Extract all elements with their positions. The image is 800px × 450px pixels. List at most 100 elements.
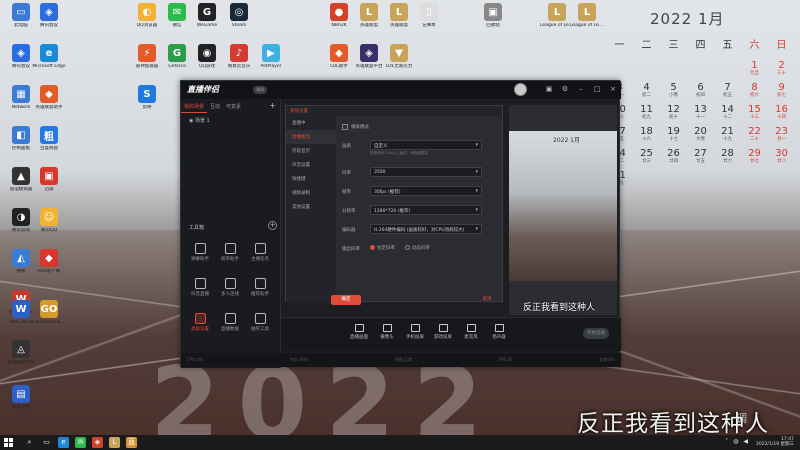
settings-menu-item[interactable]: 直播推流 bbox=[286, 130, 336, 144]
tool-item[interactable]: 直播数据 bbox=[215, 311, 245, 341]
desktop-icon[interactable]: S 剪映 bbox=[130, 85, 164, 111]
calendar-day[interactable]: 30 廿八 bbox=[768, 148, 795, 165]
calendar-day[interactable]: 20 大寒 bbox=[687, 126, 714, 143]
calendar-day[interactable]: 7 初五 bbox=[714, 82, 741, 99]
desktop-icon[interactable]: G Geforce bbox=[160, 44, 194, 70]
calendar-day[interactable]: 21 十九 bbox=[714, 126, 741, 143]
desktop-icon[interactable]: ◈ 英雄联盟平台 bbox=[352, 44, 386, 70]
calendar-day[interactable]: 16 十四 bbox=[768, 104, 795, 121]
desktop-icon[interactable]: ▯ 记事本 bbox=[412, 3, 446, 29]
taskbar-app-icon[interactable]: ◈ bbox=[92, 437, 103, 448]
network-icon[interactable]: ◍ bbox=[733, 438, 738, 445]
taskbar-app-icon[interactable]: 直 bbox=[126, 437, 137, 448]
calendar-day[interactable]: 11 初九 bbox=[633, 104, 660, 121]
desktop-icon[interactable]: ▣ 迅雷 bbox=[32, 167, 66, 193]
tool-item[interactable]: 抖音直播 bbox=[185, 276, 215, 306]
tool-item[interactable]: 高级设置 bbox=[185, 311, 215, 341]
taskbar-app-icon[interactable]: L bbox=[109, 437, 120, 448]
settings-menu-item[interactable]: 其他设置 bbox=[286, 200, 336, 214]
settings-menu-item[interactable]: 快捷键 bbox=[286, 172, 336, 186]
desktop-icon[interactable]: ▶ PotPlayer bbox=[254, 44, 288, 70]
desktop-icon[interactable]: ▤ 新建文档 bbox=[4, 385, 38, 411]
scene-item[interactable]: ◉ 场景 1 bbox=[181, 113, 280, 128]
tool-item[interactable]: 抽奖工具 bbox=[245, 311, 275, 341]
taskbar-app-icon[interactable]: e bbox=[58, 437, 69, 448]
add-scene-icon[interactable]: + bbox=[265, 99, 280, 113]
desktop-icon[interactable]: L League of Legends bbox=[570, 3, 604, 29]
tool-item[interactable]: 榜单助手 bbox=[215, 241, 245, 271]
taskbar-app-icon[interactable]: ⌕ bbox=[24, 437, 35, 448]
calendar-day[interactable]: 18 十六 bbox=[633, 126, 660, 143]
ok-button[interactable]: 确定 bbox=[331, 295, 361, 305]
calendar-day[interactable]: 14 十二 bbox=[714, 104, 741, 121]
desktop-icon[interactable]: ◆ 英雄联盟助手 bbox=[32, 85, 66, 111]
bottom-action[interactable]: 扬声器 bbox=[485, 324, 513, 340]
calendar-day[interactable]: 25 廿三 bbox=[633, 148, 660, 165]
calendar-day[interactable]: 9 初七 bbox=[768, 82, 795, 99]
calendar-day[interactable]: 19 十七 bbox=[660, 126, 687, 143]
desktop-icon[interactable]: ◆ Riot客户端 bbox=[32, 249, 66, 275]
calendar-day[interactable]: 1 元旦 bbox=[741, 60, 768, 77]
desktop-icon[interactable]: ⚡ 雷神加速器 bbox=[130, 44, 164, 70]
calendar-day[interactable]: 15 十三 bbox=[741, 104, 768, 121]
settings-field-select[interactable]: H.264硬件编码 (画质较好，对CPU消耗较大) bbox=[370, 224, 482, 234]
calendar-day[interactable]: 12 初十 bbox=[660, 104, 687, 121]
settings-menu-item[interactable]: 内容显示 bbox=[286, 144, 336, 158]
calendar-day[interactable]: 13 十一 bbox=[687, 104, 714, 121]
desktop-icon[interactable]: ☺ 腾讯QQ bbox=[32, 208, 66, 234]
settings-icon[interactable]: ⚙ bbox=[561, 85, 569, 93]
settings-field-select[interactable]: 自定义 bbox=[370, 140, 482, 150]
settings-menu-item[interactable]: 声音设置 bbox=[286, 158, 336, 172]
desktop-icon[interactable]: 粗百度网盘 bbox=[32, 126, 66, 152]
bottom-action[interactable]: 游戏投屏 bbox=[429, 324, 457, 340]
volume-icon[interactable]: ◀ bbox=[743, 438, 748, 445]
calendar-day[interactable]: 5 小寒 bbox=[660, 82, 687, 99]
desktop-icon[interactable]: ◈ 腾讯会议 bbox=[32, 3, 66, 29]
desktop-icon[interactable]: ♪ 网易云音乐 bbox=[222, 44, 256, 70]
bitrate-mode-option[interactable]: 动态码率 bbox=[405, 245, 430, 251]
desktop-icon[interactable]: ◬ 英雄联盟手游 bbox=[4, 340, 38, 366]
calendar-day[interactable]: 6 初四 bbox=[687, 82, 714, 99]
desktop-icon[interactable]: ● NBA2K bbox=[322, 3, 356, 29]
maximize-icon[interactable]: □ bbox=[593, 85, 601, 93]
desktop-icon[interactable]: ◎ Steam bbox=[222, 3, 256, 29]
tool-item[interactable]: 主播任务 bbox=[245, 241, 275, 271]
calendar-day[interactable]: 22 二十 bbox=[741, 126, 768, 143]
settings-field-select[interactable]: 1280*720 (推荐) bbox=[370, 205, 482, 215]
desktop-icon[interactable]: ✉ 微信 bbox=[160, 3, 194, 29]
bottom-action[interactable]: 直播画面 bbox=[345, 324, 373, 340]
settings-menu-item[interactable]: 视频录制 bbox=[286, 186, 336, 200]
calendar-day[interactable]: 8 初六 bbox=[741, 82, 768, 99]
calendar-day[interactable]: 2 三十 bbox=[768, 60, 795, 77]
start-live-button[interactable]: 开始直播 bbox=[583, 328, 609, 339]
desktop-icon[interactable]: ◐ QQ浏览器 bbox=[130, 3, 164, 29]
clock[interactable]: 17:47 2022/1/19 星期三 bbox=[756, 437, 794, 447]
desktop-icon[interactable]: L 英雄联盟 bbox=[382, 3, 416, 29]
bottom-action[interactable]: 麦克风 bbox=[457, 324, 485, 340]
message-icon[interactable]: ▣ bbox=[545, 85, 553, 93]
tool-item[interactable]: 多人连线 bbox=[215, 276, 245, 306]
calendar-day[interactable]: 26 廿四 bbox=[660, 148, 687, 165]
tab-interact[interactable]: 互动 bbox=[207, 99, 223, 113]
tool-item[interactable]: 弹幕助手 bbox=[185, 241, 215, 271]
chevron-up-icon[interactable]: ˄ bbox=[725, 438, 728, 445]
desktop-icon[interactable]: L League of Legends bbox=[540, 3, 574, 29]
eye-icon[interactable]: ◉ bbox=[189, 118, 193, 124]
landscape-checkbox[interactable] bbox=[342, 124, 348, 130]
desktop-icon[interactable]: ▼ LOL无限火力 bbox=[382, 44, 416, 70]
bitrate-mode-option[interactable]: 恒定码率 bbox=[370, 245, 395, 251]
calendar-day[interactable]: 29 廿七 bbox=[741, 148, 768, 165]
desktop-icon[interactable]: GO CounterStrike Global bbox=[32, 300, 66, 326]
settings-menu-item[interactable]: 直播中 bbox=[286, 116, 336, 130]
toolbox-add-icon[interactable]: + bbox=[268, 221, 277, 230]
close-icon[interactable]: × bbox=[609, 85, 617, 93]
bottom-action[interactable]: 摄像头 bbox=[373, 324, 401, 340]
desktop-icon[interactable]: G WeGame bbox=[190, 3, 224, 29]
desktop-icon[interactable]: e Microsoft Edge bbox=[32, 44, 66, 70]
start-button[interactable] bbox=[4, 438, 13, 447]
avatar[interactable] bbox=[514, 83, 527, 96]
settings-field-select[interactable]: 3500 bbox=[370, 167, 482, 177]
cancel-button[interactable]: 取消 bbox=[477, 295, 497, 305]
calendar-day[interactable]: 27 廿五 bbox=[687, 148, 714, 165]
desktop-icon[interactable]: ▣ 回收站 bbox=[476, 3, 510, 29]
